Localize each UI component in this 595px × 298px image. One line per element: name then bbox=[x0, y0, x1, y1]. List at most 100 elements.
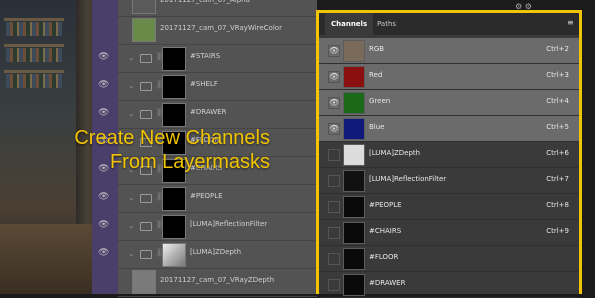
channel-name: #FLOOR bbox=[369, 253, 399, 261]
channel-row[interactable]: #PEOPLE Ctrl+8 bbox=[319, 194, 579, 220]
chevron-down-icon[interactable]: ⌄ bbox=[128, 249, 135, 258]
channel-thumbnail bbox=[343, 118, 365, 140]
folder-icon bbox=[140, 250, 152, 259]
folder-icon bbox=[140, 194, 152, 203]
layer-name: 20171127_cam_07_VRayWireColor bbox=[160, 24, 282, 32]
channels-panel: Channels Paths ≡ 👁 RGB Ctrl+2 👁 Red Ctrl+3 👁 Gr… bbox=[316, 10, 582, 298]
shelf bbox=[4, 44, 64, 47]
channel-name: #DRAWER bbox=[369, 279, 406, 287]
channel-shortcut: Ctrl+6 bbox=[546, 149, 569, 157]
channel-thumbnail bbox=[343, 92, 365, 114]
channel-row[interactable]: #CHAIRS Ctrl+9 bbox=[319, 220, 579, 246]
channel-name: #PEOPLE bbox=[369, 201, 402, 209]
channel-row[interactable]: #FLOOR bbox=[319, 246, 579, 272]
channel-row[interactable]: [LUMA]ZDepth Ctrl+6 bbox=[319, 142, 579, 168]
channel-row[interactable]: 👁 RGB Ctrl+2 bbox=[319, 38, 579, 64]
layer-thumbnail bbox=[132, 0, 156, 14]
layer-mask-thumbnail[interactable] bbox=[162, 215, 186, 239]
eye-icon[interactable]: 👁 bbox=[98, 193, 110, 202]
channel-thumbnail bbox=[343, 144, 365, 166]
shelf bbox=[4, 70, 64, 73]
visibility-toggle[interactable] bbox=[328, 253, 340, 265]
layer-name: #SHELF bbox=[190, 80, 218, 88]
visibility-toggle[interactable]: 👁 bbox=[328, 45, 340, 57]
layer-mask-thumbnail[interactable] bbox=[162, 103, 186, 127]
tab-paths[interactable]: Paths bbox=[371, 13, 402, 35]
layer-row[interactable]: 👁⌄⛓[LUMA]ZDepth bbox=[98, 240, 317, 269]
channel-thumbnail bbox=[343, 248, 365, 270]
layer-name: #STAIRS bbox=[190, 52, 221, 60]
channel-thumbnail bbox=[343, 274, 365, 296]
eye-icon[interactable]: 👁 bbox=[98, 221, 110, 230]
channel-shortcut: Ctrl+2 bbox=[546, 45, 569, 53]
visibility-toggle[interactable] bbox=[328, 149, 340, 161]
channel-row[interactable]: #DRAWER bbox=[319, 272, 579, 298]
channel-row[interactable]: 👁 Red Ctrl+3 bbox=[319, 64, 579, 90]
channel-row[interactable]: 👁 Green Ctrl+4 bbox=[319, 90, 579, 116]
overlay-caption: Create New Channels From Layermasks bbox=[30, 126, 270, 174]
overlay-line-1: Create New Channels bbox=[74, 127, 270, 149]
visibility-toggle[interactable] bbox=[328, 175, 340, 187]
channel-shortcut: Ctrl+9 bbox=[546, 227, 569, 235]
channel-shortcut: Ctrl+3 bbox=[546, 71, 569, 79]
layer-name: [LUMA]ZDepth bbox=[190, 248, 242, 256]
eye-icon[interactable]: 👁 bbox=[98, 249, 110, 258]
chevron-down-icon[interactable]: ⌄ bbox=[128, 193, 135, 202]
layer-thumbnail bbox=[132, 270, 156, 294]
visibility-toggle[interactable] bbox=[328, 227, 340, 239]
layer-name: #DRAWER bbox=[190, 108, 227, 116]
channel-shortcut: Ctrl+8 bbox=[546, 201, 569, 209]
panel-menu-icon[interactable]: ≡ bbox=[567, 19, 575, 27]
layer-row[interactable]: 👁⌄⛓#DRAWER bbox=[98, 100, 317, 129]
channel-thumbnail bbox=[343, 66, 365, 88]
layer-row[interactable]: 👁⌄⛓#PEOPLE bbox=[98, 184, 317, 213]
layer-name: #PEOPLE bbox=[190, 192, 223, 200]
layer-mask-thumbnail[interactable] bbox=[162, 243, 186, 267]
chevron-down-icon[interactable]: ⌄ bbox=[128, 221, 135, 230]
layer-name: 20171127_cam_07_Alpha bbox=[160, 0, 250, 4]
visibility-toggle[interactable] bbox=[328, 201, 340, 213]
layer-row[interactable]: 20171127_cam_07_VRayWireColor bbox=[118, 16, 317, 45]
layer-row[interactable]: 👁⌄⛓#SHELF bbox=[98, 72, 317, 101]
folder-icon bbox=[140, 222, 152, 231]
visibility-toggle[interactable]: 👁 bbox=[328, 71, 340, 83]
channel-shortcut: Ctrl+5 bbox=[546, 123, 569, 131]
folder-icon bbox=[140, 54, 152, 63]
layer-name: [LUMA]ReflectionFilter bbox=[190, 220, 268, 228]
channel-name: Green bbox=[369, 97, 391, 105]
tab-channels[interactable]: Channels bbox=[325, 13, 374, 35]
layer-row[interactable]: 👁⌄⛓[LUMA]ReflectionFilter bbox=[98, 212, 317, 241]
chevron-down-icon[interactable]: ⌄ bbox=[128, 109, 135, 118]
layer-row[interactable]: 20171127_cam_07_VRayZDepth bbox=[118, 268, 317, 297]
visibility-toggle[interactable]: 👁 bbox=[328, 97, 340, 109]
layer-thumbnail bbox=[132, 18, 156, 42]
layer-name: 20171127_cam_07_VRayZDepth bbox=[160, 276, 275, 284]
books bbox=[6, 74, 62, 88]
layer-mask-thumbnail[interactable] bbox=[162, 187, 186, 211]
chevron-down-icon[interactable]: ⌄ bbox=[128, 53, 135, 62]
eye-icon[interactable]: 👁 bbox=[98, 81, 110, 90]
visibility-toggle[interactable]: 👁 bbox=[328, 123, 340, 135]
channel-name: [LUMA]ReflectionFilter bbox=[369, 175, 447, 183]
books bbox=[6, 22, 62, 36]
channel-shortcut: Ctrl+7 bbox=[546, 175, 569, 183]
shelf bbox=[4, 18, 64, 21]
chevron-down-icon[interactable]: ⌄ bbox=[128, 81, 135, 90]
channel-name: #CHAIRS bbox=[369, 227, 402, 235]
eye-icon[interactable]: 👁 bbox=[98, 53, 110, 62]
channel-name: Blue bbox=[369, 123, 385, 131]
channel-thumbnail bbox=[343, 196, 365, 218]
layer-row[interactable]: 20171127_cam_07_Alpha bbox=[118, 0, 317, 17]
channel-thumbnail bbox=[343, 222, 365, 244]
channel-row[interactable]: [LUMA]ReflectionFilter Ctrl+7 bbox=[319, 168, 579, 194]
channel-name: RGB bbox=[369, 45, 385, 53]
eye-icon[interactable]: 👁 bbox=[98, 109, 110, 118]
layer-mask-thumbnail[interactable] bbox=[162, 47, 186, 71]
layer-mask-thumbnail[interactable] bbox=[162, 75, 186, 99]
channel-row[interactable]: 👁 Blue Ctrl+5 bbox=[319, 116, 579, 142]
panel-tabs: Channels Paths ≡ bbox=[319, 13, 579, 35]
layer-row[interactable]: 👁⌄⛓#STAIRS bbox=[98, 44, 317, 73]
visibility-toggle[interactable] bbox=[328, 279, 340, 291]
channel-thumbnail bbox=[343, 40, 365, 62]
books bbox=[6, 48, 62, 62]
